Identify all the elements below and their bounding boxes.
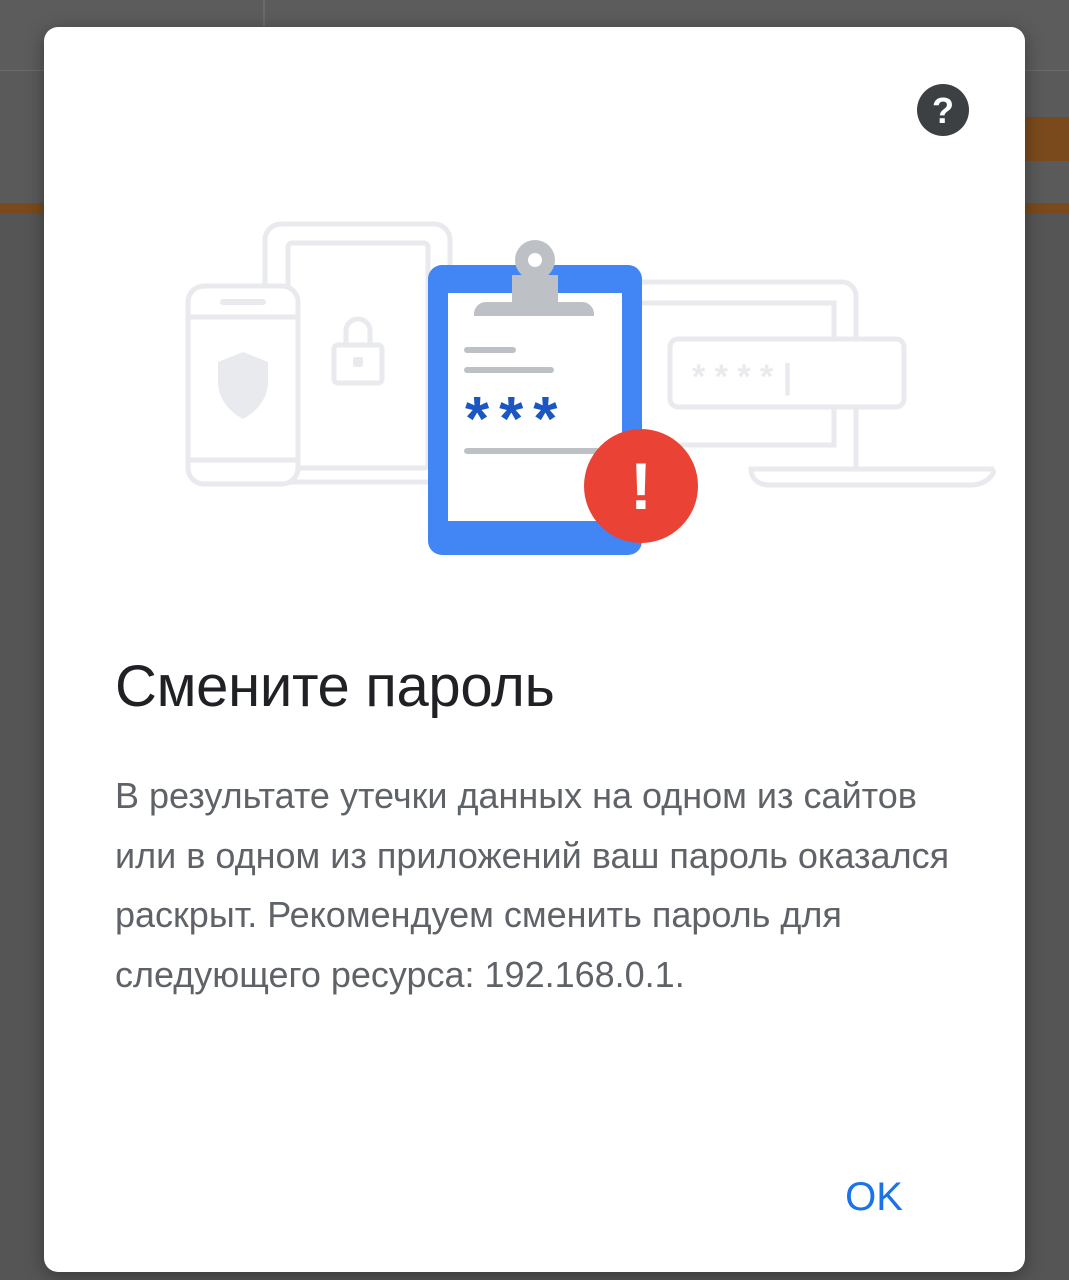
background-divider [263, 0, 265, 26]
dialog-message: В результате утечки данных на одном из с… [115, 775, 950, 995]
ok-button[interactable]: OK [819, 1167, 929, 1227]
alert-glyph: ! [630, 449, 652, 523]
password-mask-text: * * * * | [692, 358, 792, 396]
alert-icon: ! [584, 429, 698, 543]
compromised-password-illustration: * * * * | *** ! [185, 221, 996, 555]
password-leak-dialog: ? * * * * | *** ! Смените пароль В резул… [44, 27, 1025, 1272]
dialog-title: Смените пароль [115, 654, 555, 719]
clipboard-mask-text: *** [465, 385, 567, 454]
